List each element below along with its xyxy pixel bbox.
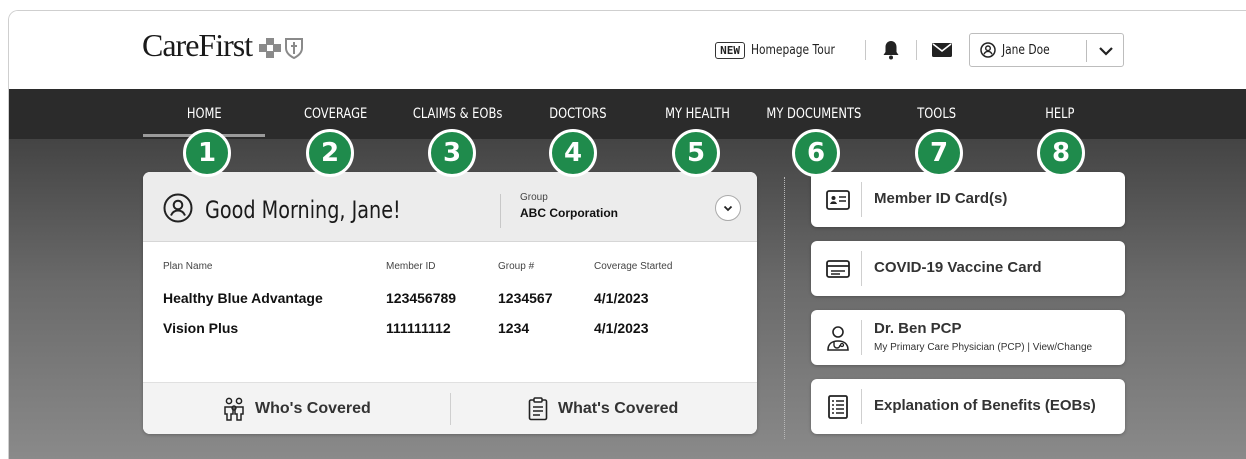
top-header: CareFirst NEW Homepage Tour Jane Doe <box>9 11 1246 89</box>
divider <box>1086 40 1087 62</box>
bcbs-marks <box>258 37 304 59</box>
nav-label: MY DOCUMENTS <box>766 106 862 122</box>
logo-wordmark: CareFirst <box>142 27 253 63</box>
pcp-role: My Primary Care Physician (PCP) <box>874 342 1025 353</box>
step-badge-8: 8 <box>1037 129 1085 177</box>
group-label: Group <box>520 192 548 203</box>
step-badge-6: 6 <box>792 129 840 177</box>
id-card-icon <box>825 188 851 212</box>
divider <box>916 40 917 60</box>
step-badge-3: 3 <box>428 129 476 177</box>
nav-label: CLAIMS & EOBs <box>413 106 503 122</box>
divider <box>861 389 862 424</box>
primary-care-physician-link[interactable]: Dr. Ben PCP My Primary Care Physician (P… <box>811 310 1125 365</box>
group-value: ABC Corporation <box>520 206 618 220</box>
header-actions: NEW Homepage Tour Jane Doe <box>715 33 1124 67</box>
member-id-cards-link[interactable]: Member ID Card(s) <box>811 172 1125 227</box>
step-badge-2: 2 <box>306 129 354 177</box>
step-badge-4: 4 <box>549 129 597 177</box>
quick-link-label: Member ID Card(s) <box>874 190 1008 207</box>
nav-label: TOOLS <box>917 106 957 122</box>
member-id-cell: 111111112 <box>386 320 451 336</box>
covid-vaccine-card-link[interactable]: COVID-19 Vaccine Card <box>811 241 1125 296</box>
pcp-subtitle: My Primary Care Physician (PCP) | View/C… <box>874 342 1092 353</box>
step-badge-1: 1 <box>183 129 231 177</box>
nav-label: MY HEALTH <box>664 106 730 122</box>
coverage-start-cell: 4/1/2023 <box>594 320 649 336</box>
collapse-button[interactable] <box>715 195 741 221</box>
pcp-divider: | <box>1027 342 1030 353</box>
quick-link-label: Explanation of Benefits (EOBs) <box>874 397 1096 414</box>
member-summary-card: Good Morning, Jane! Group ABC Corporatio… <box>143 172 757 434</box>
carefirst-logo[interactable]: CareFirst <box>142 27 304 63</box>
column-header-member-id: Member ID <box>386 261 436 272</box>
nav-label: HOME <box>186 106 222 122</box>
nav-label: COVERAGE <box>304 106 368 122</box>
whats-covered-label: What's Covered <box>558 400 679 417</box>
whos-covered-button[interactable]: Who's Covered <box>223 383 371 434</box>
section-divider <box>784 177 785 439</box>
divider <box>500 194 501 228</box>
coverage-start-cell: 4/1/2023 <box>594 290 649 306</box>
chevron-down-icon <box>1099 47 1113 56</box>
divider <box>450 393 451 425</box>
plan-name-cell: Healthy Blue Advantage <box>163 290 323 306</box>
card-footer: Who's Covered What's Covered <box>143 382 757 434</box>
eob-link[interactable]: Explanation of Benefits (EOBs) <box>811 379 1125 434</box>
column-header-group-number: Group # <box>498 261 535 272</box>
mail-icon[interactable] <box>931 39 953 61</box>
whos-covered-label: Who's Covered <box>255 400 371 417</box>
new-badge: NEW <box>715 41 745 59</box>
member-id-cell: 123456789 <box>386 290 457 306</box>
divider <box>861 320 862 355</box>
user-menu-dropdown[interactable]: Jane Doe <box>969 33 1124 67</box>
column-header-plan-name: Plan Name <box>163 261 213 272</box>
user-icon <box>980 42 996 58</box>
clipboard-icon <box>528 397 548 421</box>
document-list-icon <box>825 395 851 419</box>
doctor-icon <box>825 326 851 351</box>
app-frame: CareFirst NEW Homepage Tour Jane Doe HOM… <box>8 10 1246 459</box>
homepage-tour-link[interactable]: Homepage Tour <box>751 43 835 58</box>
blue-shield-icon <box>285 38 304 59</box>
whats-covered-button[interactable]: What's Covered <box>528 383 678 434</box>
group-number-cell: 1234567 <box>498 290 553 306</box>
nav-label: DOCTORS <box>549 106 607 122</box>
nav-label: HELP <box>1045 106 1075 122</box>
chevron-down-icon <box>723 205 733 212</box>
view-change-link[interactable]: View/Change <box>1033 342 1092 353</box>
bell-icon[interactable] <box>880 39 902 61</box>
pcp-name: Dr. Ben PCP <box>874 320 962 337</box>
card-header: Good Morning, Jane! Group ABC Corporatio… <box>143 172 757 242</box>
divider <box>861 182 862 217</box>
step-badge-5: 5 <box>672 129 720 177</box>
user-name: Jane Doe <box>1002 42 1050 58</box>
quick-link-label: COVID-19 Vaccine Card <box>874 259 1042 276</box>
step-badge-7: 7 <box>915 129 963 177</box>
column-header-coverage-started: Coverage Started <box>594 261 673 272</box>
blue-cross-icon <box>259 38 282 58</box>
plan-name-cell: Vision Plus <box>163 320 239 336</box>
divider <box>865 40 866 60</box>
family-icon <box>223 397 245 421</box>
card-icon <box>825 257 851 281</box>
group-number-cell: 1234 <box>498 320 530 336</box>
greeting-title: Good Morning, Jane! <box>205 196 401 224</box>
divider <box>861 251 862 286</box>
user-icon <box>163 193 193 223</box>
